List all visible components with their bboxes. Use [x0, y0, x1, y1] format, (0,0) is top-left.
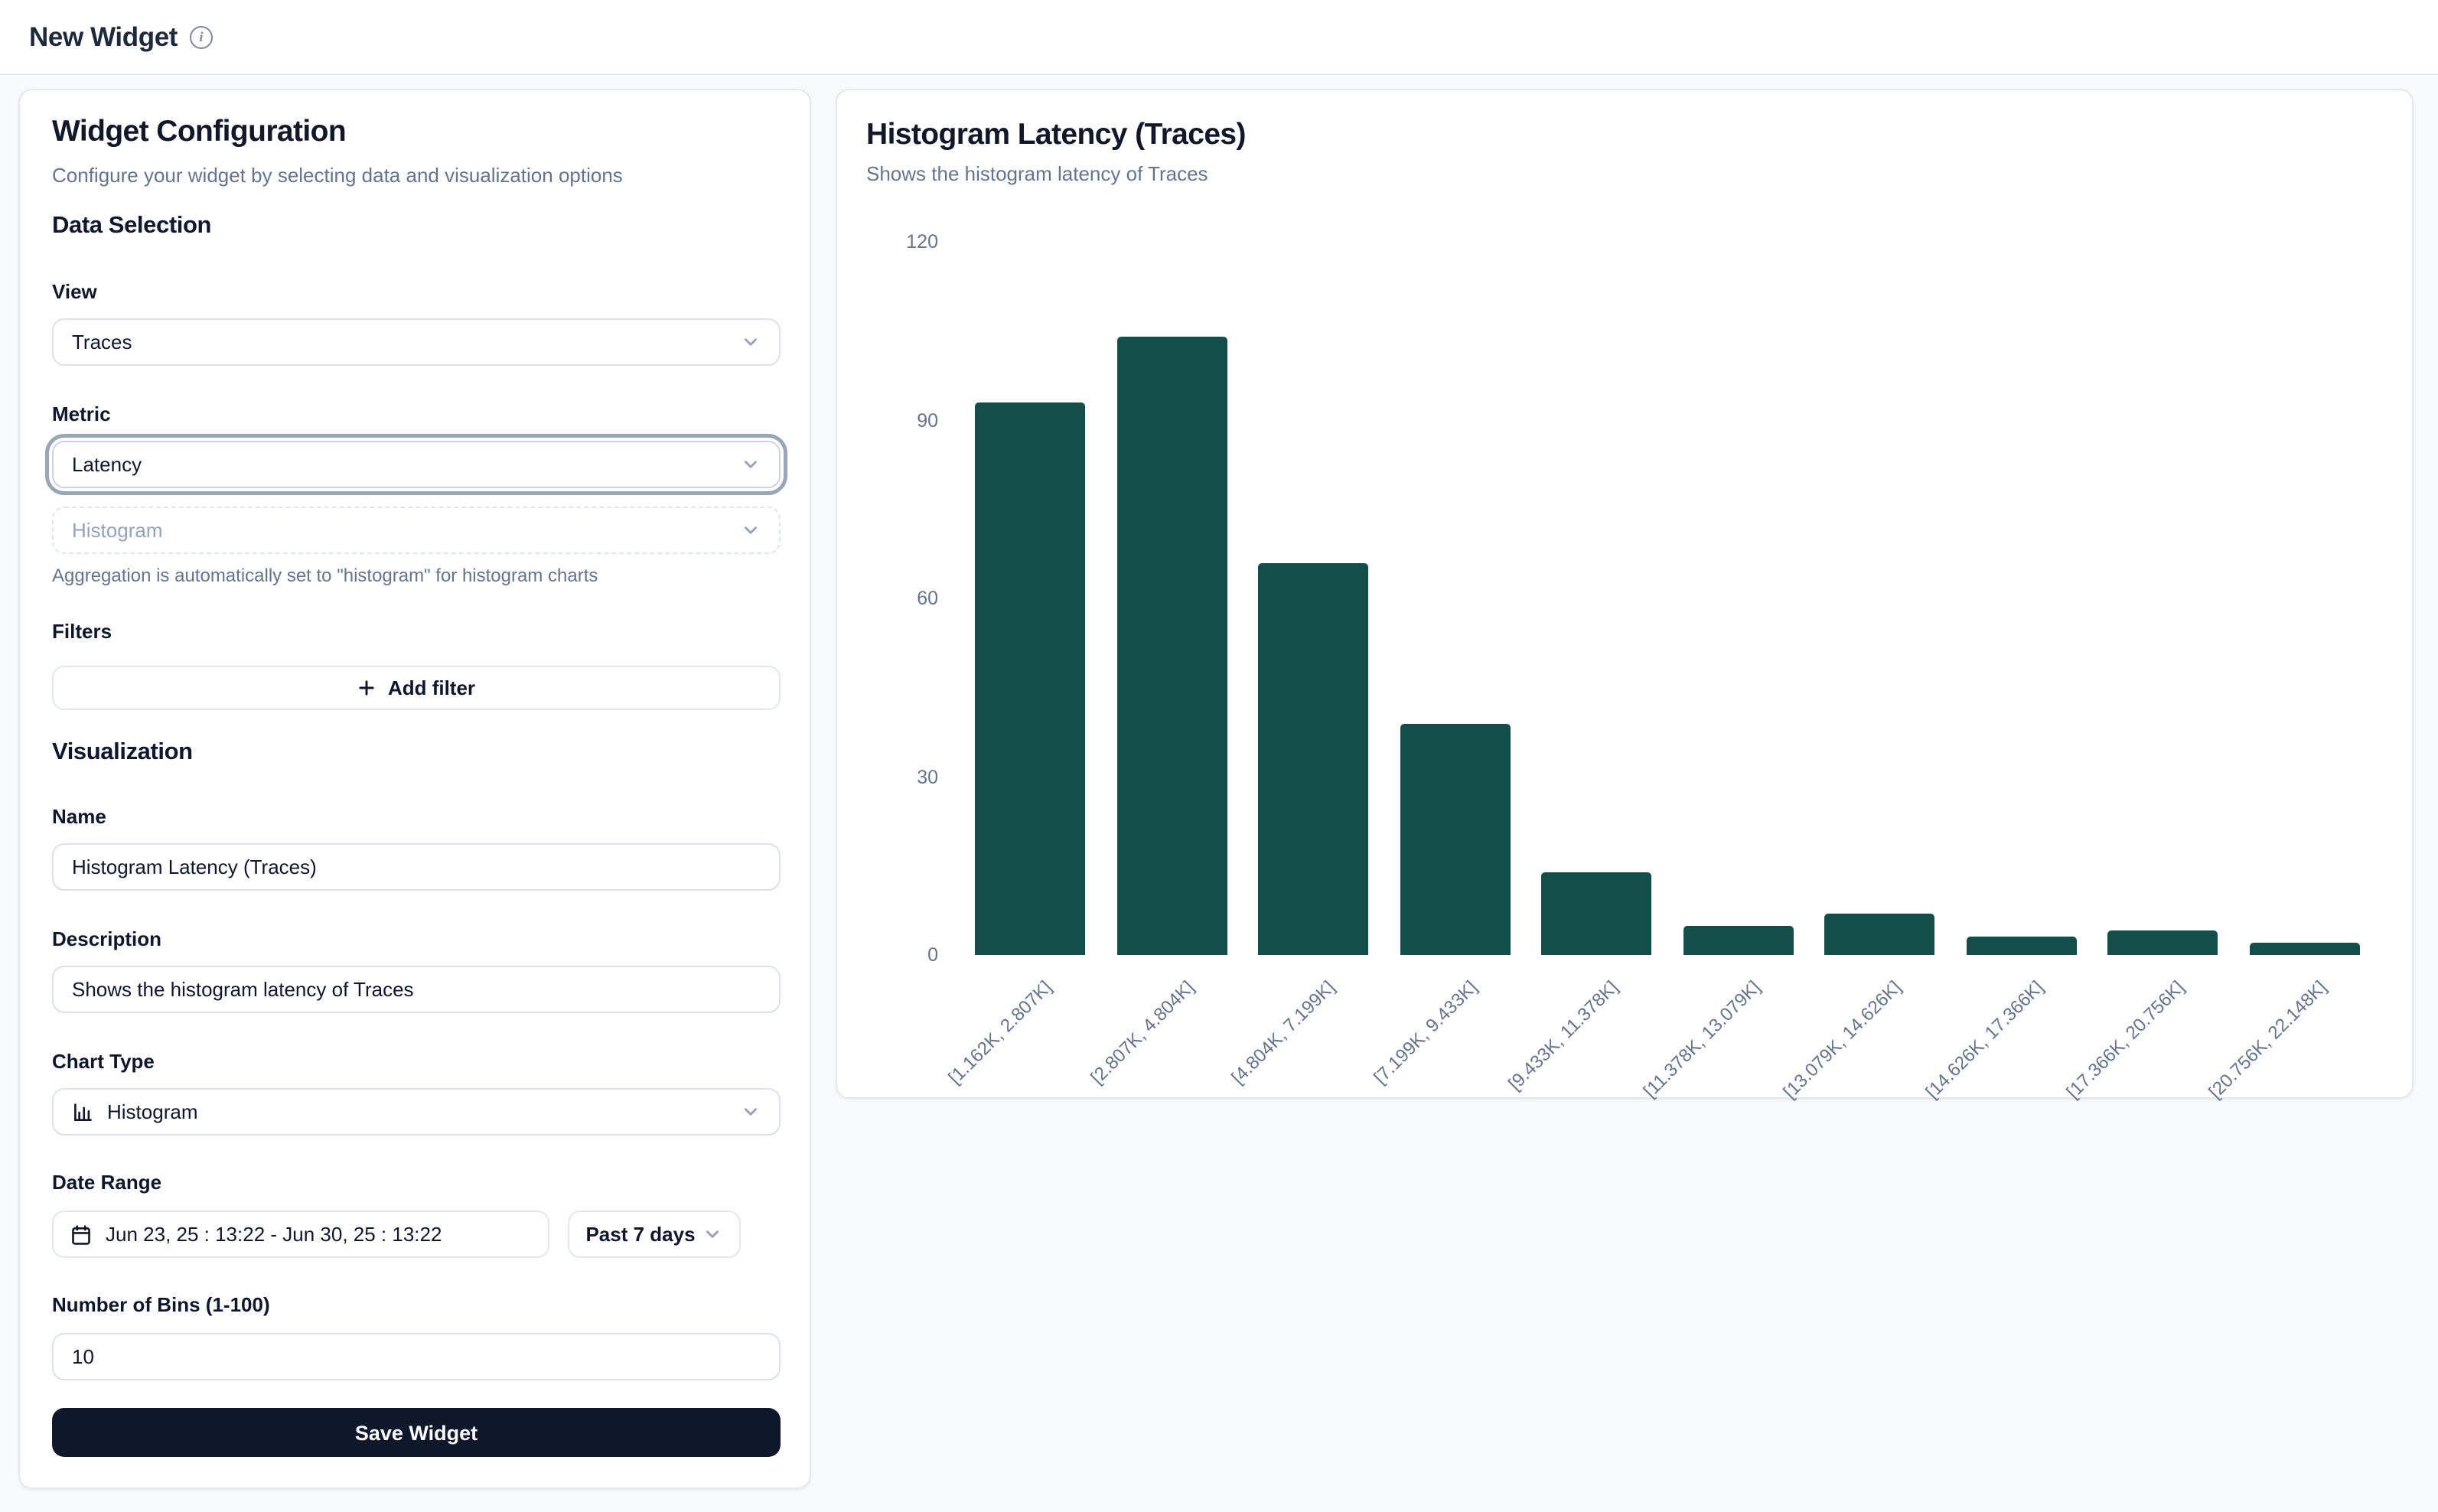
x-axis-tick-label: [9.433K, 11.378K] [1504, 976, 1622, 1094]
chevron-down-icon [741, 455, 761, 474]
chevron-down-icon [741, 1102, 761, 1122]
add-filter-button[interactable]: Add filter [52, 666, 781, 710]
bar-chart-icon [72, 1101, 93, 1123]
date-range-value: Jun 23, 25 : 13:22 - Jun 30, 25 : 13:22 [106, 1223, 442, 1246]
histogram-bar[interactable] [1116, 337, 1227, 955]
chevron-down-icon [741, 520, 761, 540]
top-header: New Widget i [0, 0, 2438, 75]
histogram-bar[interactable] [975, 402, 1085, 955]
chart-type-select[interactable]: Histogram [52, 1088, 781, 1136]
widget-configuration-panel: Widget Configuration Configure your widg… [18, 89, 811, 1489]
description-input[interactable]: Shows the histogram latency of Traces [52, 966, 781, 1013]
aggregation-select: Histogram [52, 507, 781, 554]
y-axis-tick-label: 120 [865, 230, 938, 254]
date-preset-value: Past 7 days [585, 1223, 695, 1246]
metric-select[interactable]: Latency [52, 441, 781, 488]
view-select[interactable]: Traces [52, 318, 781, 366]
description-label: Description [52, 927, 781, 950]
date-range-label: Date Range [52, 1171, 781, 1194]
info-icon[interactable]: i [190, 25, 213, 48]
histogram-bar[interactable] [2249, 943, 2359, 955]
x-axis-tick-label: [13.079K, 14.626K] [1779, 976, 1905, 1103]
plus-icon [357, 678, 377, 698]
bins-input[interactable]: 10 [52, 1333, 781, 1380]
page-title: New Widget [29, 21, 178, 53]
aggregation-select-value: Histogram [72, 519, 741, 542]
x-axis-tick-label: [17.366K, 20.756K] [2062, 976, 2189, 1103]
histogram-chart: 0 30 60 90 120 [1.162K, 2.807K] [2.807K, 4.804… [866, 90, 2397, 1100]
x-axis-tick-label: [11.378K, 13.079K] [1638, 976, 1764, 1102]
histogram-bar[interactable] [2107, 931, 2218, 955]
config-panel-subtitle: Configure your widget by selecting data … [52, 164, 781, 187]
x-axis-tick-label: [7.199K, 9.433K] [1369, 976, 1481, 1088]
x-axis-tick-label: [20.756K, 22.148K] [2204, 976, 2330, 1103]
save-widget-button[interactable]: Save Widget [52, 1408, 781, 1457]
bins-label: Number of Bins (1-100) [52, 1293, 781, 1316]
name-input[interactable]: Histogram Latency (Traces) [52, 843, 781, 891]
histogram-bar[interactable] [1824, 914, 1934, 955]
x-axis-tick-label: [1.162K, 2.807K] [944, 976, 1056, 1088]
y-axis-tick-label: 60 [865, 586, 938, 611]
histogram-bar[interactable] [1400, 723, 1510, 955]
filters-label: Filters [52, 620, 781, 643]
chart-type-label: Chart Type [52, 1050, 781, 1073]
page: New Widget i Widget Configuration Config… [0, 0, 2438, 1512]
view-select-value: Traces [72, 331, 741, 354]
metric-label: Metric [52, 402, 781, 425]
name-input-value: Histogram Latency (Traces) [72, 855, 761, 878]
view-label: View [52, 280, 781, 303]
chevron-down-icon [703, 1224, 723, 1244]
histogram-bar[interactable] [1541, 872, 1651, 955]
metric-select-value: Latency [72, 453, 741, 476]
histogram-bar[interactable] [1258, 562, 1368, 955]
section-visualization: Visualization [52, 739, 781, 767]
x-axis-tick-label: [2.807K, 4.804K] [1086, 976, 1198, 1088]
date-preset-button[interactable]: Past 7 days [568, 1211, 741, 1258]
chevron-down-icon [741, 332, 761, 352]
x-axis-tick-label: [14.626K, 17.366K] [1921, 976, 2047, 1103]
bins-input-value: 10 [72, 1345, 761, 1368]
histogram-bar[interactable] [1683, 925, 1793, 955]
chart-preview-panel: Histogram Latency (Traces) Shows the his… [836, 89, 2414, 1099]
name-label: Name [52, 805, 781, 828]
config-panel-title: Widget Configuration [52, 115, 781, 150]
description-input-value: Shows the histogram latency of Traces [72, 978, 761, 1001]
aggregation-helper-text: Aggregation is automatically set to "his… [52, 565, 781, 586]
date-range-button[interactable]: Jun 23, 25 : 13:22 - Jun 30, 25 : 13:22 [52, 1211, 549, 1258]
chart-type-value: Histogram [107, 1100, 741, 1123]
y-axis-tick-label: 30 [865, 764, 938, 789]
y-axis-tick-label: 0 [865, 943, 938, 967]
section-data-selection: Data Selection [52, 213, 781, 240]
add-filter-label: Add filter [388, 676, 475, 699]
y-axis-tick-label: 90 [865, 408, 938, 432]
calendar-icon [70, 1224, 92, 1245]
histogram-bar[interactable] [1966, 937, 2076, 955]
x-axis-tick-label: [4.804K, 7.199K] [1227, 976, 1339, 1088]
